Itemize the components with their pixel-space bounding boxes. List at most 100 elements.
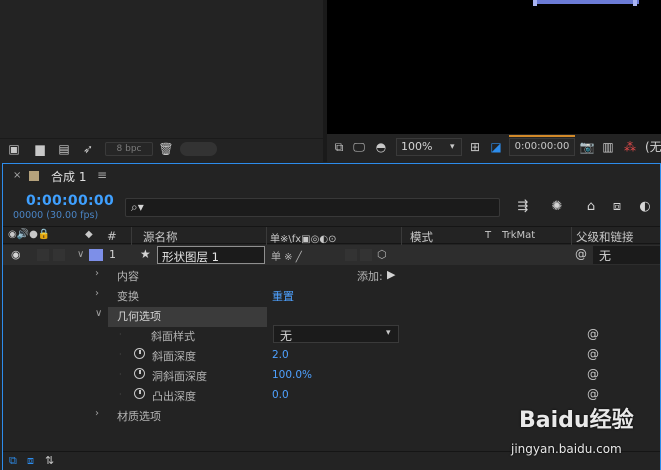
project-toolbar: ▣ ▆ ▤ ➶ 8 bpc 🗑 xyxy=(0,138,323,160)
shy-layers-icon[interactable]: ⌂ xyxy=(581,198,601,216)
watermark-brand: Baidu经验 xyxy=(519,408,634,433)
property-row-content[interactable]: › 内容 添加: ▶ xyxy=(3,265,660,285)
eye-icon[interactable]: ◉ xyxy=(11,248,21,261)
after-effects-window: ▣ ▆ ▤ ➶ 8 bpc 🗑 ⧉ 🖵 ◓ 100% ▾ ⊞ ◪ 0:00:00… xyxy=(0,0,661,470)
chevron-right-icon[interactable]: › xyxy=(95,408,99,419)
content-label: 内容 xyxy=(117,270,139,283)
geometry-label: 几何选项 xyxy=(117,310,161,323)
chevron-down-icon[interactable]: ∨ xyxy=(77,249,84,260)
close-icon[interactable]: × xyxy=(13,170,21,181)
mask-visibility-icon[interactable]: ◓ xyxy=(373,139,389,155)
composition-viewer[interactable] xyxy=(327,0,661,134)
color-channels-icon[interactable]: ⁂ xyxy=(622,139,638,155)
property-row-bevel-depth[interactable]: · 斜面深度 2.0 @ xyxy=(3,345,660,365)
project-panel xyxy=(0,0,323,160)
reset-link[interactable]: 重置 xyxy=(272,288,294,304)
always-preview-icon[interactable]: ⧉ xyxy=(331,139,347,155)
toggle-switches-icon[interactable]: ⧉ xyxy=(9,454,17,468)
lock-toggle[interactable] xyxy=(53,249,65,261)
draft-3d-icon[interactable]: ✺ xyxy=(547,198,567,216)
chevron-down-icon[interactable]: ∨ xyxy=(95,308,102,319)
layer-row[interactable]: ◉ ∨ 1 ★ 形状图层 1 单 ※ ╱ ⬡ @ 无 xyxy=(3,245,660,265)
column-mode: 模式 xyxy=(410,230,433,244)
transparency-grid-icon[interactable]: ◪ xyxy=(488,139,504,155)
pick-whip-icon[interactable]: @ xyxy=(575,247,587,261)
property-row-hole-bevel-depth[interactable]: · 洞斜面深度 100.0% @ xyxy=(3,365,660,385)
chevron-right-icon[interactable]: › xyxy=(95,288,99,299)
column-divider[interactable] xyxy=(401,227,402,245)
new-folder-icon[interactable]: ▆ xyxy=(32,142,48,156)
trash-icon[interactable]: 🗑 xyxy=(158,142,174,156)
layer-search-input[interactable]: ⌕▾ xyxy=(125,198,500,217)
bevel-style-select[interactable]: 无 ▾ xyxy=(273,325,399,343)
layer-label-color[interactable] xyxy=(89,249,103,261)
comp-color-swatch xyxy=(29,171,39,181)
column-divider[interactable] xyxy=(131,227,132,245)
toggle-modes-icon[interactable]: ⧈ xyxy=(27,454,34,468)
label-tag-icon[interactable]: ◆ xyxy=(85,229,93,240)
fit-region-icon[interactable]: ⊞ xyxy=(467,139,483,155)
zoom-value: 100% xyxy=(401,140,433,153)
interpret-footage-icon[interactable]: ▣ xyxy=(6,142,22,156)
add-label: 添加: xyxy=(357,270,383,283)
expression-pick-whip-icon[interactable]: @ xyxy=(587,327,599,341)
chevron-down-icon: ▾ xyxy=(386,328,391,338)
add-play-icon[interactable]: ▶ xyxy=(387,268,395,281)
property-row-geometry[interactable]: ∨ 几何选项 xyxy=(3,305,660,325)
expression-pick-whip-icon[interactable]: @ xyxy=(587,347,599,361)
layer-name-field[interactable]: 形状图层 1 xyxy=(157,246,265,264)
extrusion-depth-value[interactable]: 0.0 xyxy=(272,389,289,401)
current-time-display[interactable]: 0:00:00:00 xyxy=(26,193,114,209)
switch-slot[interactable] xyxy=(360,249,372,261)
property-row-transform[interactable]: › 变换 重置 xyxy=(3,285,660,305)
column-parent: 父级和链接 xyxy=(576,230,634,244)
chevron-right-icon[interactable]: › xyxy=(95,268,99,279)
star-icon: ★ xyxy=(140,247,151,261)
3d-layer-icon[interactable]: ⬡ xyxy=(377,248,387,261)
composition-flowchart-icon[interactable]: ⇶ xyxy=(513,198,533,216)
column-divider[interactable] xyxy=(571,227,572,245)
bounding-handle[interactable] xyxy=(533,0,537,6)
property-row-bevel-style[interactable]: · 斜面样式 无 ▾ @ xyxy=(3,325,660,345)
tree-line: · xyxy=(119,330,122,339)
bpc-button[interactable]: 8 bpc xyxy=(105,142,153,156)
stopwatch-icon[interactable] xyxy=(134,368,145,379)
switch-slot[interactable] xyxy=(345,249,357,261)
av-features-icon[interactable]: ◉🔊●🔒 xyxy=(8,229,50,240)
layer-index: 1 xyxy=(109,248,116,261)
column-preserve-transparency: T xyxy=(485,230,492,241)
camera-icon[interactable]: 📷 xyxy=(579,139,595,155)
viewer-timecode[interactable]: 0:00:00:00 xyxy=(509,138,575,156)
column-source-name[interactable]: 源名称 xyxy=(143,229,178,245)
frame-blending-icon[interactable]: ⧈ xyxy=(607,198,627,216)
solo-toggle[interactable] xyxy=(37,249,49,261)
parent-select[interactable]: 无 xyxy=(593,246,660,264)
show-snapshot-icon[interactable]: ▥ xyxy=(600,139,616,155)
expression-pick-whip-icon[interactable]: @ xyxy=(587,367,599,381)
watermark-url: jingyan.baidu.com xyxy=(511,442,622,456)
stopwatch-icon[interactable] xyxy=(134,348,145,359)
transform-label: 变换 xyxy=(117,290,139,303)
extrusion-depth-label: 凸出深度 xyxy=(152,390,196,403)
motion-blur-icon[interactable]: ◐ xyxy=(635,198,655,216)
render-rocket-icon[interactable]: ➶ xyxy=(80,142,96,156)
new-composition-icon[interactable]: ▤ xyxy=(56,142,72,156)
frame-count: 00000 (30.00 fps) xyxy=(13,210,99,221)
baidu-watermark: Baidu经验 jingyan.baidu.com xyxy=(505,398,655,468)
column-switches: 单※\fx▣◎◐⊙ xyxy=(270,234,337,245)
tab-composition[interactable]: 合成 1 xyxy=(51,168,86,185)
stopwatch-icon[interactable] xyxy=(134,388,145,399)
layer-switches-icon[interactable]: 单 ※ ╱ xyxy=(271,248,302,263)
toggle-render-time-icon[interactable]: ⇅ xyxy=(45,454,54,467)
resolution-select[interactable]: (无 xyxy=(645,138,661,156)
parent-value: 无 xyxy=(599,249,612,263)
scroll-pill[interactable] xyxy=(180,142,217,156)
monitor-icon[interactable]: 🖵 xyxy=(351,139,367,155)
bevel-depth-value[interactable]: 2.0 xyxy=(272,349,289,361)
hole-bevel-depth-value[interactable]: 100.0% xyxy=(272,369,312,381)
hamburger-menu-icon[interactable]: ≡ xyxy=(97,168,107,182)
column-divider[interactable] xyxy=(266,227,267,245)
bevel-depth-label: 斜面深度 xyxy=(152,350,196,363)
chevron-down-icon[interactable]: ▾ xyxy=(450,138,462,156)
bounding-handle[interactable] xyxy=(633,0,637,6)
